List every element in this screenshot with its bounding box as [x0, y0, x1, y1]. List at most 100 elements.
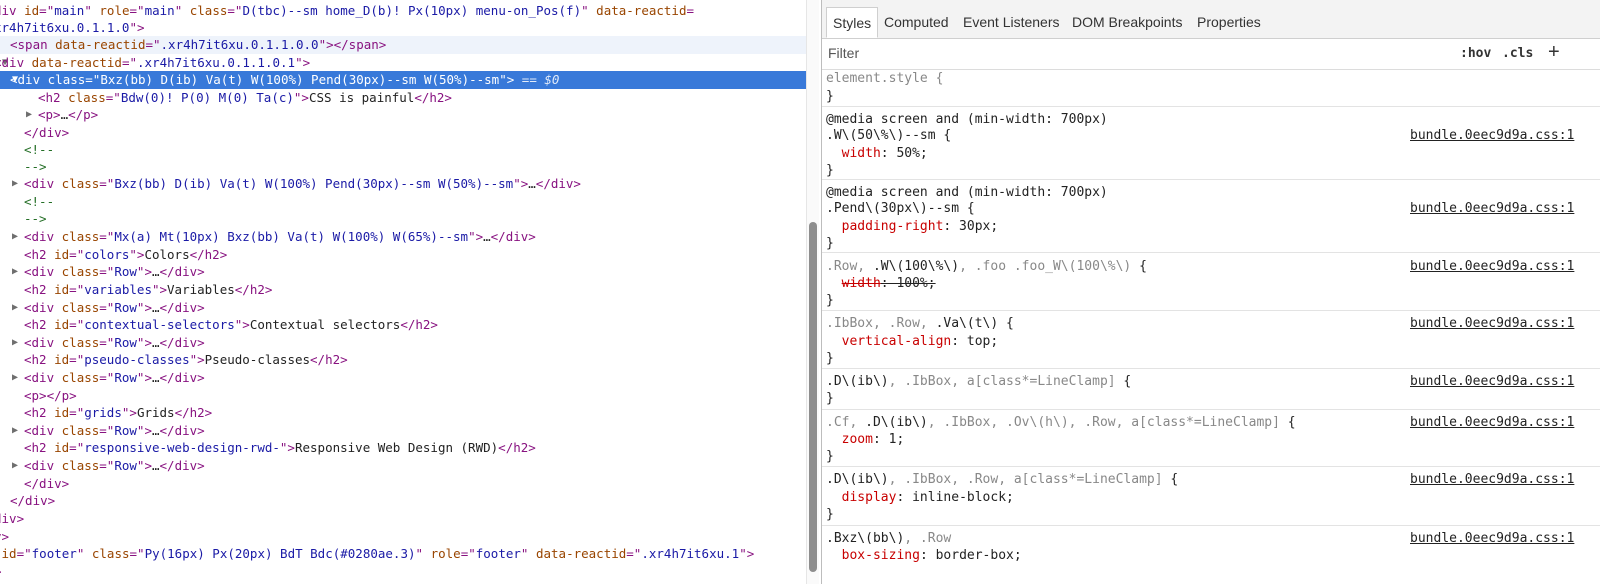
- dom-node-line[interactable]: </div>: [0, 124, 818, 142]
- style-rule-line[interactable]: vertical-align: top;: [826, 333, 1600, 351]
- style-rule-line[interactable]: box-sizing: border-box;: [826, 547, 1600, 565]
- hov-toggle-button[interactable]: :hov: [1460, 46, 1491, 61]
- dom-node-line[interactable]: ▶ <div class="Row">…</div>: [0, 334, 818, 352]
- dom-node-line[interactable]: ▶ <div class="Row">…</div>: [0, 369, 818, 387]
- markup-token: Row: [114, 458, 137, 473]
- dom-node-line[interactable]: <h2 id="responsive-web-design-rwd-">Resp…: [0, 439, 818, 457]
- style-rule-line[interactable]: display: inline-block;: [826, 489, 1600, 507]
- markup-token: role: [99, 3, 130, 18]
- dom-node-line[interactable]: <h2 id="grids">Grids</h2>: [0, 404, 818, 422]
- style-rule-line[interactable]: }: [826, 88, 1600, 106]
- expand-triangle-closed-icon[interactable]: ▶: [12, 369, 18, 387]
- style-rule-line[interactable]: }: [826, 350, 1600, 368]
- dom-node-line[interactable]: </div>: [0, 492, 818, 510]
- dom-node-line[interactable]: ▶ <p>…</p>: [0, 106, 818, 124]
- style-rule-line[interactable]: width: 50%;: [826, 145, 1600, 163]
- dom-node-line[interactable]: <h2 id="colors">Colors</h2>: [0, 246, 818, 264]
- styles-panel: Styles Computed Event Listeners DOM Brea…: [822, 0, 1600, 584]
- dom-node-line[interactable]: <!--: [0, 193, 818, 211]
- stylesheet-source-link[interactable]: bundle.0eec9d9a.css:1: [1410, 373, 1574, 391]
- styles-filter-input[interactable]: Filter: [828, 45, 859, 61]
- expand-triangle-closed-icon[interactable]: ▶: [12, 334, 18, 352]
- stylesheet-source-link[interactable]: bundle.0eec9d9a.css:1: [1410, 530, 1574, 548]
- markup-token: id: [54, 440, 70, 455]
- markup-token: </p>: [68, 107, 99, 122]
- dom-node-line[interactable]: div id="main" role="main" class="D(tbc)-…: [0, 2, 818, 20]
- dom-node-markup: <span data-reactid=".xr4h7it6xu.0.1.1.0.…: [10, 36, 386, 54]
- markup-token: </div>: [159, 335, 205, 350]
- style-rule-line[interactable]: padding-right: 30px;: [826, 218, 1600, 236]
- markup-token: =": [460, 546, 476, 561]
- css-token: }: [826, 236, 834, 251]
- dom-node-line[interactable]: </div>: [0, 475, 818, 493]
- dom-node-line[interactable]: xr4h7it6xu.0.1.1.0">: [0, 19, 818, 37]
- stylesheet-source-link[interactable]: bundle.0eec9d9a.css:1: [1410, 127, 1574, 145]
- expand-triangle-closed-icon[interactable]: ▶: [12, 457, 18, 475]
- markup-token: data-reactid: [535, 546, 627, 561]
- stylesheet-source-link[interactable]: bundle.0eec9d9a.css:1: [1410, 315, 1574, 333]
- markup-token: =": [69, 247, 85, 262]
- dom-node-line[interactable]: ▶ <div class="Mx(a) Mt(10px) Bxz(bb) Va(t…: [0, 228, 818, 246]
- style-rule-line[interactable]: }: [826, 448, 1600, 466]
- dom-node-markup: -->: [24, 210, 47, 228]
- expand-triangle-closed-icon[interactable]: ▶: [12, 175, 18, 193]
- tab-event-listeners[interactable]: Event Listeners: [957, 7, 1066, 37]
- dom-node-line[interactable]: ▶ <div class="Row">…</div>: [0, 422, 818, 440]
- css-token: , .IbBox, .Ov\(h\), .Row, a[class*=LineC…: [927, 415, 1280, 430]
- style-rule-line[interactable]: }: [826, 235, 1600, 253]
- markup-token: =": [99, 458, 115, 473]
- dom-node-line[interactable]: -->: [0, 210, 818, 228]
- markup-token: =": [69, 405, 85, 420]
- dom-node-line[interactable]: <h2 id="pseudo-classes">Pseudo-classes</…: [0, 351, 818, 369]
- tab-computed[interactable]: Computed: [878, 7, 955, 37]
- css-token: , .IbBox, .Row, a[class*=LineClamp]: [888, 472, 1163, 487]
- stylesheet-source-link[interactable]: bundle.0eec9d9a.css:1: [1410, 258, 1574, 276]
- style-rule-line[interactable]: zoom: 1;: [826, 431, 1600, 449]
- cls-toggle-button[interactable]: .cls: [1502, 46, 1533, 61]
- dom-node-line[interactable]: <h2 id="variables">Variables</h2>: [0, 281, 818, 299]
- rule-separator: [822, 525, 1600, 526]
- markup-token: ">: [136, 423, 152, 438]
- dom-node-line[interactable]: <span data-reactid=".xr4h7it6xu.0.1.1.0.…: [0, 36, 818, 54]
- dom-node-line[interactable]: ▶ <div class="Row">…</div>: [0, 457, 818, 475]
- dom-node-line[interactable]: <p></p>: [0, 387, 818, 405]
- dom-node-line[interactable]: >: [0, 563, 818, 581]
- dom-node-line[interactable]: div>: [0, 510, 818, 528]
- stylesheet-source-link[interactable]: bundle.0eec9d9a.css:1: [1410, 200, 1574, 218]
- style-rule-line[interactable]: element.style {: [826, 70, 1600, 88]
- expand-triangle-closed-icon[interactable]: ▶: [12, 422, 18, 440]
- markup-token: data-reactid: [31, 55, 122, 70]
- dom-node-markup: <div class="Mx(a) Mt(10px) Bxz(bb) Va(t)…: [24, 228, 536, 246]
- stylesheet-source-link[interactable]: bundle.0eec9d9a.css:1: [1410, 471, 1574, 489]
- tab-properties[interactable]: Properties: [1191, 7, 1267, 37]
- style-rule-line[interactable]: width: 100%;: [826, 275, 1600, 293]
- expand-triangle-closed-icon[interactable]: ▶: [12, 263, 18, 281]
- dom-node-line[interactable]: ▶ <div class="Bxz(bb) D(ib) Va(t) W(100%)…: [0, 175, 818, 193]
- style-rule-line[interactable]: }: [826, 162, 1600, 180]
- dom-node-line[interactable]: ▼<div data-reactid=".xr4h7it6xu.0.1.1.0.…: [0, 54, 818, 72]
- style-rule-line[interactable]: }: [826, 390, 1600, 408]
- dom-node-line[interactable]: <h2 id="contextual-selectors">Contextual…: [0, 316, 818, 334]
- dom-node-line[interactable]: v>: [0, 528, 818, 546]
- expand-triangle-closed-icon[interactable]: ▶: [12, 228, 18, 246]
- dom-node-markup: <div class="Row">…</div>: [24, 299, 205, 317]
- tab-styles[interactable]: Styles: [826, 7, 879, 38]
- new-style-rule-button[interactable]: +: [1548, 41, 1560, 64]
- elements-scrollbar-thumb[interactable]: [809, 222, 817, 572]
- dom-node-selected[interactable]: ▼ <div class="Bxz(bb) D(ib) Va(t) W(100%)…: [0, 71, 818, 89]
- expand-triangle-closed-icon[interactable]: ▶: [12, 299, 18, 317]
- stylesheet-source-link[interactable]: bundle.0eec9d9a.css:1: [1410, 414, 1574, 432]
- dom-node-line[interactable]: <h2 class="Bdw(0)! P(0) M(0) Ta(c)">CSS …: [0, 89, 818, 107]
- dom-node-line[interactable]: id="footer" class="Py(16px) Px(20px) BdT…: [0, 545, 818, 563]
- style-rule-line[interactable]: }: [826, 506, 1600, 524]
- style-rule-line[interactable]: }: [826, 292, 1600, 310]
- dom-node-line[interactable]: -->: [0, 158, 818, 176]
- markup-token: Py(16px) Px(20px) BdT Bdc(#0280ae.3): [144, 546, 416, 561]
- css-token: }: [826, 163, 834, 178]
- dom-node-line[interactable]: <!--: [0, 141, 818, 159]
- markup-token: id: [24, 3, 40, 18]
- tab-dom-breakpoints[interactable]: DOM Breakpoints: [1066, 7, 1188, 37]
- dom-node-line[interactable]: ▶ <div class="Row">…</div>: [0, 263, 818, 281]
- dom-node-line[interactable]: ▶ <div class="Row">…</div>: [0, 299, 818, 317]
- expand-triangle-closed-icon[interactable]: ▶: [26, 106, 32, 124]
